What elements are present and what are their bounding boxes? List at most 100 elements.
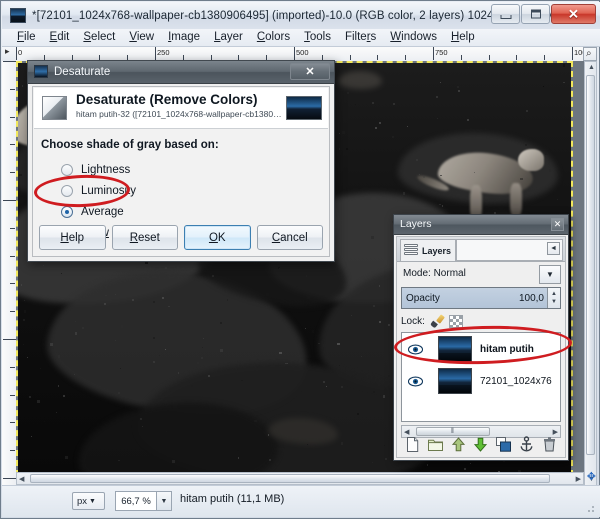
- desaturate-operation-icon: [42, 96, 67, 120]
- radio-label: Luminosity: [81, 185, 136, 197]
- title-bar: *[72101_1024x768-wallpaper-cb1380906495]…: [2, 2, 600, 30]
- menu-item-edit[interactable]: Edit: [43, 29, 77, 46]
- gimp-image-icon: [10, 8, 26, 23]
- layer-thumbnail: [438, 368, 472, 394]
- minimize-button[interactable]: [491, 4, 520, 24]
- panel-menu-icon[interactable]: ◄: [547, 242, 560, 255]
- anchor-layer-icon[interactable]: [518, 436, 535, 453]
- dialog-subheading: hitam putih-32 ([72101_1024x768-wallpape…: [76, 109, 284, 119]
- radio-icon[interactable]: [61, 185, 73, 197]
- new-layer-group-icon[interactable]: [427, 436, 444, 453]
- canvas-vertical-scrollbar[interactable]: ▲ ▼: [584, 61, 597, 486]
- layers-panel-body: Layers ◄ Mode: Normal ▼ Opacity 100,0 ▲ ▼: [396, 236, 566, 458]
- scroll-up-arrow[interactable]: ▲: [588, 64, 595, 71]
- ruler-origin-corner[interactable]: [2, 47, 17, 62]
- tab-layers[interactable]: Layers: [400, 239, 456, 261]
- dialog-button-row: Help Reset OK Cancel: [39, 225, 323, 250]
- vertical-ruler[interactable]: 02505007: [2, 61, 17, 486]
- desaturate-dialog-body: Desaturate (Remove Colors) hitam putih-3…: [32, 86, 330, 257]
- help-button[interactable]: Help: [39, 225, 106, 250]
- cancel-button[interactable]: Cancel: [257, 225, 324, 250]
- layer-list[interactable]: hitam putih 72101_1024x76: [401, 332, 561, 422]
- lower-layer-icon[interactable]: [472, 436, 489, 453]
- menu-item-tools[interactable]: Tools: [297, 29, 338, 46]
- lock-label: Lock:: [401, 316, 425, 327]
- radio-option-average[interactable]: Average: [53, 203, 124, 220]
- layers-panel: Layers ✕ Layers ◄ Mode: Normal ▼ Opacity…: [393, 214, 569, 461]
- zoom-control[interactable]: 66,7 % ▼: [115, 491, 172, 511]
- duplicate-layer-icon[interactable]: [495, 436, 512, 453]
- radio-icon[interactable]: [61, 164, 73, 176]
- canvas-horizontal-scrollbar[interactable]: ◀ ▶: [16, 472, 584, 485]
- menu-item-file[interactable]: File: [10, 29, 43, 46]
- radio-icon-selected[interactable]: [61, 206, 73, 218]
- zoom-value[interactable]: 66,7 %: [116, 496, 156, 507]
- zoom-dropdown-button[interactable]: ▼: [156, 492, 171, 510]
- close-icon: ✕: [554, 219, 562, 230]
- layer-name[interactable]: 72101_1024x76: [480, 376, 552, 387]
- gimp-application-window: *[72101_1024x768-wallpaper-cb1380906495]…: [0, 0, 600, 519]
- desaturate-dialog-title: Desaturate: [54, 64, 110, 80]
- close-icon: ✕: [568, 8, 579, 21]
- menu-item-windows[interactable]: Windows: [383, 29, 444, 46]
- menu-item-select[interactable]: Select: [76, 29, 122, 46]
- radio-label: Lightness: [81, 164, 130, 176]
- dialog-header: Desaturate (Remove Colors) hitam putih-3…: [34, 88, 328, 129]
- table-row[interactable]: hitam putih: [402, 333, 560, 365]
- lock-row: Lock:: [401, 313, 463, 329]
- opacity-value: 100,0: [519, 293, 544, 304]
- window-frame: *[72101_1024x768-wallpaper-cb1380906495]…: [0, 0, 600, 519]
- mode-label-text: Mode:: [403, 268, 431, 279]
- unit-selector[interactable]: px ▼: [72, 492, 105, 510]
- horizontal-scroll-thumb[interactable]: [30, 474, 550, 483]
- scroll-left-arrow[interactable]: ◀: [19, 476, 24, 483]
- radio-option-lightness[interactable]: Lightness: [53, 161, 130, 178]
- reset-button[interactable]: Reset: [112, 225, 179, 250]
- table-row[interactable]: 72101_1024x76: [402, 365, 560, 397]
- alpha-lock-icon[interactable]: [449, 315, 463, 328]
- desaturate-dialog: Desaturate ✕ Desaturate (Remove Colors) …: [27, 60, 335, 262]
- status-bar: px ▼ 66,7 % ▼ hitam putih (11,1 MB): [2, 485, 600, 517]
- raise-layer-icon[interactable]: [450, 436, 467, 453]
- navigation-preview-icon[interactable]: ✥: [587, 470, 596, 483]
- layers-panel-titlebar: Layers ✕: [394, 215, 568, 235]
- menu-item-view[interactable]: View: [122, 29, 161, 46]
- layer-visibility-icon[interactable]: [402, 344, 428, 355]
- menu-item-help[interactable]: Help: [444, 29, 482, 46]
- vertical-scroll-thumb[interactable]: [586, 75, 595, 455]
- menu-item-layer[interactable]: Layer: [207, 29, 250, 46]
- minimize-icon: [500, 15, 511, 19]
- opacity-slider[interactable]: Opacity 100,0 ▲ ▼: [401, 287, 561, 309]
- desaturate-dialog-close-button[interactable]: ✕: [290, 63, 330, 80]
- layer-mode-label: Mode: Normal: [403, 268, 466, 279]
- desaturate-dialog-titlebar: Desaturate ✕: [28, 61, 334, 84]
- maximize-button[interactable]: [521, 4, 550, 24]
- maximize-icon: [531, 10, 541, 19]
- layers-panel-tabstrip: Layers ◄: [397, 237, 565, 262]
- resize-grip-icon[interactable]: [586, 504, 596, 514]
- close-button[interactable]: ✕: [551, 4, 596, 24]
- radio-label: Average: [81, 206, 124, 218]
- ok-button[interactable]: OK: [184, 225, 251, 250]
- opacity-spinner[interactable]: ▲ ▼: [547, 288, 560, 308]
- new-layer-icon[interactable]: [404, 436, 421, 453]
- dialog-prompt: Choose shade of gray based on:: [41, 139, 219, 151]
- tab-layers-label: Layers: [422, 246, 451, 256]
- close-icon: ✕: [305, 65, 314, 78]
- layer-visibility-icon[interactable]: [402, 376, 428, 387]
- layer-mode-dropdown[interactable]: ▼: [539, 265, 561, 284]
- layer-mode-row: Mode: Normal ▼: [401, 265, 561, 285]
- scroll-right-arrow[interactable]: ▶: [576, 476, 581, 483]
- brush-lock-icon[interactable]: [430, 314, 444, 328]
- chevron-down-icon: ▼: [89, 498, 96, 505]
- delete-layer-icon[interactable]: [541, 436, 558, 453]
- layers-panel-close-button[interactable]: ✕: [551, 218, 564, 231]
- menu-item-filters[interactable]: Filters: [338, 29, 383, 46]
- window-title: *[72101_1024x768-wallpaper-cb1380906495]…: [32, 7, 562, 25]
- layers-stack-icon: [404, 244, 419, 257]
- quickmask-zoom-corner[interactable]: [583, 47, 597, 61]
- menu-item-colors[interactable]: Colors: [250, 29, 297, 46]
- radio-option-luminosity[interactable]: Luminosity: [53, 182, 136, 199]
- menu-item-image[interactable]: Image: [161, 29, 207, 46]
- layer-name[interactable]: hitam putih: [480, 344, 534, 355]
